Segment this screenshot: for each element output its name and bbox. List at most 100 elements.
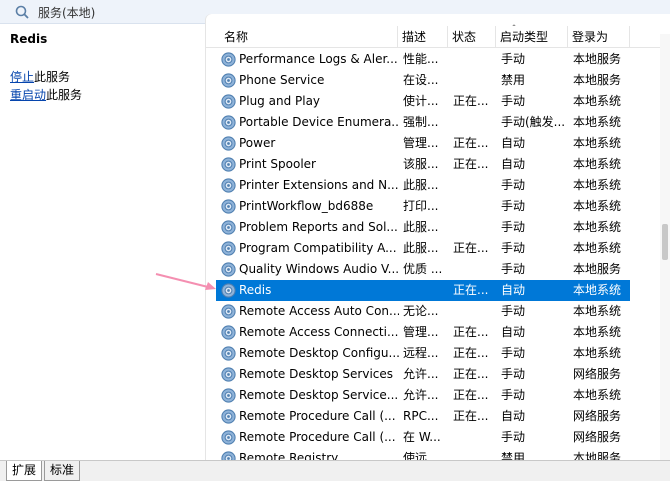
service-name-cell: Problem Reports and Sol... — [239, 220, 398, 234]
table-row[interactable]: PrintWorkflow_bd688e 打印... 手动 本地系统 — [216, 196, 630, 217]
service-status-cell — [453, 70, 497, 91]
service-startup-type-cell: 手动 — [501, 262, 526, 276]
service-startup-type-cell: 自动 — [501, 136, 526, 150]
column-header-description[interactable]: 描述 — [398, 26, 448, 48]
service-status-cell: 正在... — [453, 136, 489, 150]
service-description-cell: 优质 ... — [403, 262, 443, 276]
selected-service-name: Redis — [10, 32, 48, 46]
service-description-cell: 使计... — [403, 94, 439, 108]
gear-icon — [221, 73, 236, 88]
table-row[interactable]: Phone Service 在设... 禁用 本地服务 — [216, 70, 630, 91]
service-log-on-as-cell: 本地系统 — [573, 241, 622, 255]
column-header-status[interactable]: 状态 — [448, 26, 496, 48]
stop-service-text: 此服务 — [34, 70, 71, 84]
column-header-name[interactable]: 名称 — [220, 26, 398, 48]
table-row[interactable]: Remote Procedure Call (... 在 W... 手动 网络服务 — [216, 427, 630, 448]
service-log-on-as-cell: 本地服务 — [573, 73, 622, 87]
gear-icon — [221, 136, 236, 151]
table-row[interactable]: Plug and Play 使计... 正在... 手动 本地系统 — [216, 91, 630, 112]
service-log-on-as-cell: 本地服务 — [573, 52, 622, 66]
service-description-cell: 性能... — [403, 52, 439, 66]
table-row[interactable]: Power 管理... 正在... 自动 本地系统 — [216, 133, 630, 154]
service-status-cell: 正在... — [453, 94, 489, 108]
tab-standard[interactable]: 标准 — [44, 461, 81, 481]
service-name-cell: Remote Registry — [239, 451, 339, 460]
table-row[interactable]: Remote Desktop Service... 允许... 正在... 手动 本地系… — [216, 385, 630, 406]
service-details-pane: Redis 停止此服务 重启动此服务 — [0, 24, 206, 460]
service-startup-type-cell: 手动 — [501, 346, 526, 360]
gear-icon — [221, 178, 236, 193]
service-name-cell: Portable Device Enumera... — [239, 115, 399, 129]
service-startup-type-cell: 手动 — [501, 52, 526, 66]
service-description-cell: 此服... — [403, 241, 439, 255]
table-row[interactable]: Redis 正在... 自动 本地系统 — [216, 280, 630, 301]
service-status-cell: 正在... — [453, 388, 489, 402]
window-title: 服务(本地) — [38, 6, 96, 20]
service-log-on-as-cell: 网络服务 — [573, 409, 622, 423]
services-icon — [15, 5, 29, 19]
service-startup-type-cell: 自动 — [501, 325, 526, 339]
tab-extended[interactable]: 扩展 — [6, 461, 43, 481]
vertical-scrollbar[interactable] — [660, 34, 670, 460]
service-name-cell: Performance Logs & Aler... — [239, 52, 398, 66]
gear-icon — [221, 325, 236, 340]
table-row[interactable]: Remote Desktop Configu... 远程... 正在... 手动 本地系… — [216, 343, 630, 364]
table-row[interactable]: Remote Access Auto Con... 无论... 手动 本地系统 — [216, 301, 630, 322]
column-header-startup-type[interactable]: 启动类型 — [496, 26, 568, 48]
column-header-log-on-as[interactable]: 登录为 — [568, 26, 630, 48]
restart-service-text: 此服务 — [46, 88, 83, 102]
service-log-on-as-cell: 本地系统 — [573, 178, 622, 192]
service-name-cell: Power — [239, 136, 276, 150]
service-startup-type-cell: 自动 — [501, 157, 526, 171]
table-row[interactable]: Performance Logs & Aler... 性能... 手动 本地服务 — [216, 49, 630, 70]
service-startup-type-cell: 手动(触发... — [501, 115, 566, 129]
stop-service-action: 停止此服务 — [10, 68, 70, 85]
service-startup-type-cell: 自动 — [501, 283, 526, 297]
table-row[interactable]: Remote Procedure Call (... RPC... 正在... 自动 网… — [216, 406, 630, 427]
gear-icon — [221, 367, 236, 382]
gear-icon — [221, 304, 236, 319]
service-status-cell — [453, 448, 497, 460]
service-name-cell: Printer Extensions and N... — [239, 178, 399, 192]
service-status-cell: 正在... — [453, 283, 489, 297]
service-status-cell: 正在... — [453, 409, 489, 423]
service-status-cell: 正在... — [453, 346, 489, 360]
gear-icon — [221, 409, 236, 424]
table-row[interactable]: Printer Extensions and N... 此服... 手动 本地系统 — [216, 175, 630, 196]
view-tabs-bar: 扩展 标准 — [0, 460, 670, 481]
service-name-cell: Remote Desktop Services — [239, 367, 394, 381]
restart-service-link[interactable]: 重启动 — [10, 88, 46, 102]
gear-icon — [221, 115, 236, 130]
scrollbar-thumb[interactable] — [662, 224, 668, 260]
service-log-on-as-cell: 网络服务 — [573, 367, 622, 381]
service-log-on-as-cell: 本地系统 — [573, 199, 622, 213]
table-row[interactable]: Remote Desktop Services 允许... 正在... 手动 网络服务 — [216, 364, 630, 385]
service-description-cell: 该服... — [403, 157, 439, 171]
table-row[interactable]: Portable Device Enumera... 强制... 手动(触发... 本… — [216, 112, 630, 133]
service-startup-type-cell: 手动 — [501, 304, 526, 318]
table-row[interactable]: Quality Windows Audio V... 优质 ... 手动 本地服务 — [216, 259, 630, 280]
service-startup-type-cell: 禁用 — [501, 451, 526, 460]
service-name-cell: Remote Desktop Configu... — [239, 346, 399, 360]
service-description-cell: 管理... — [403, 325, 439, 339]
table-row[interactable]: Print Spooler 该服... 正在... 自动 本地系统 — [216, 154, 630, 175]
service-description-cell: 允许... — [403, 388, 439, 402]
gear-icon — [221, 451, 236, 460]
service-startup-type-cell: 手动 — [501, 388, 526, 402]
table-row[interactable]: Program Compatibility A... 此服... 正在... 手动 本地… — [216, 238, 630, 259]
table-row[interactable]: Problem Reports and Sol... 此服... 手动 本地系统 — [216, 217, 630, 238]
service-description-cell: 允许... — [403, 367, 439, 381]
table-row[interactable]: Remote Access Connecti... 管理... 正在... 自动 本地系… — [216, 322, 630, 343]
stop-service-link[interactable]: 停止 — [10, 70, 34, 84]
service-name-cell: Phone Service — [239, 73, 325, 87]
service-log-on-as-cell: 本地系统 — [573, 220, 622, 234]
service-log-on-as-cell: 本地系统 — [573, 346, 622, 360]
gear-icon — [221, 157, 236, 172]
service-name-cell: Print Spooler — [239, 157, 316, 171]
service-log-on-as-cell: 本地系统 — [573, 304, 622, 318]
service-name-cell: Remote Access Auto Con... — [239, 304, 399, 318]
service-log-on-as-cell: 本地系统 — [573, 157, 622, 171]
service-status-cell — [453, 301, 497, 322]
table-row[interactable]: Remote Registry 使远... 禁用 本地服务 — [216, 448, 630, 460]
gear-icon — [221, 94, 236, 109]
